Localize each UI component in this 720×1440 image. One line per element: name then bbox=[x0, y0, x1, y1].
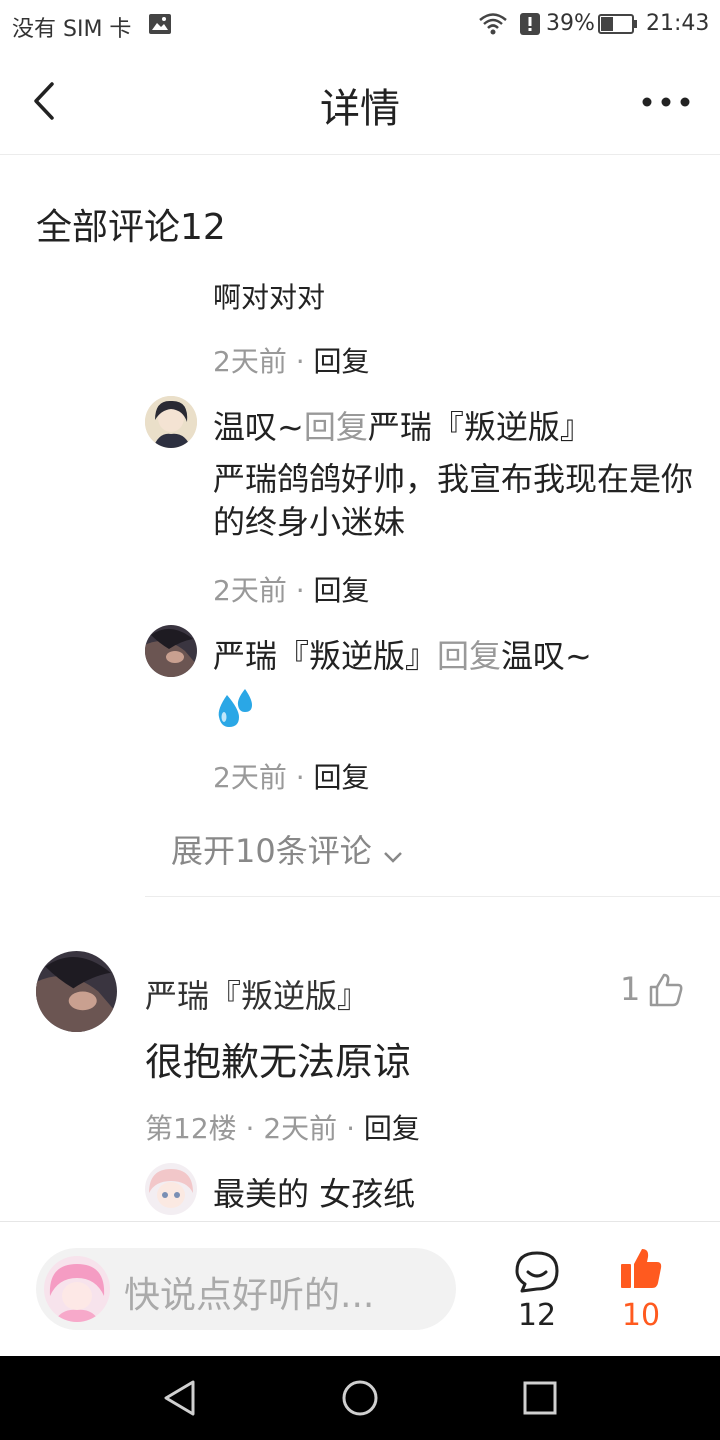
user-avatar bbox=[44, 1256, 110, 1322]
sub-reply-author[interactable]: 最美的 女孩纸 bbox=[213, 1169, 415, 1215]
reply-button[interactable]: 回复 bbox=[314, 574, 370, 607]
reply-header: 严瑞『叛逆版』回复温叹~ bbox=[213, 631, 592, 677]
system-navigation-bar bbox=[0, 1356, 720, 1440]
expand-replies-button[interactable]: 展开10条评论 bbox=[171, 826, 404, 872]
reply-time: 2天前 bbox=[213, 761, 287, 794]
battery-icon bbox=[598, 14, 638, 34]
reply-header: 温叹~回复严瑞『叛逆版』 bbox=[213, 402, 592, 448]
home-circle-icon[interactable] bbox=[340, 1378, 380, 1422]
reply-target[interactable]: 温叹~ bbox=[501, 637, 592, 675]
avatar[interactable] bbox=[145, 1163, 197, 1215]
reply-meta: 2天前 · 回复 bbox=[213, 340, 370, 380]
reply-author[interactable]: 严瑞『叛逆版』 bbox=[213, 637, 437, 675]
reply-word: 回复 bbox=[303, 408, 368, 446]
carrier-label: 没有 SIM 卡 bbox=[12, 17, 132, 42]
comment-author[interactable]: 严瑞『叛逆版』 bbox=[145, 971, 369, 1017]
reply-text: 严瑞鸽鸽好帅，我宣布我现在是你的终身小迷妹 bbox=[213, 460, 694, 541]
sweat-droplets-icon bbox=[213, 687, 257, 733]
like-count: 1 bbox=[620, 970, 641, 1008]
avatar[interactable] bbox=[145, 396, 197, 448]
battery-percent: 39% bbox=[546, 11, 595, 36]
reply-target[interactable]: 严瑞『叛逆版』 bbox=[368, 408, 592, 446]
reply-meta: 2天前 · 回复 bbox=[213, 756, 370, 796]
alert-icon bbox=[519, 12, 541, 40]
avatar[interactable] bbox=[36, 951, 117, 1032]
more-options-icon[interactable] bbox=[640, 94, 692, 113]
comment-time: 2天前 bbox=[263, 1112, 338, 1145]
recent-apps-square-icon[interactable] bbox=[520, 1378, 560, 1422]
reply-time: 2天前 bbox=[213, 345, 287, 378]
separator-dot: · bbox=[245, 1112, 255, 1145]
comment-text: 很抱歉无法原谅 bbox=[145, 1040, 412, 1084]
image-icon bbox=[148, 12, 172, 40]
back-triangle-icon[interactable] bbox=[160, 1378, 200, 1422]
reply-button[interactable]: 回复 bbox=[314, 345, 370, 378]
reply-time: 2天前 bbox=[213, 574, 287, 607]
status-bar: 没有 SIM 卡 39% 21:43 bbox=[0, 0, 720, 50]
input-placeholder: 快说点好听的... bbox=[124, 1275, 375, 1316]
comment-count: 12 bbox=[517, 1298, 557, 1333]
bottom-action-bar: 快说点好听的... 12 10 bbox=[0, 1221, 720, 1356]
reply-text: 啊对对对 bbox=[213, 281, 326, 314]
top-navigation-bar: 详情 bbox=[0, 50, 720, 155]
comment-meta: 第12楼 · 2天前 · 回复 bbox=[145, 1107, 420, 1147]
chevron-down-icon bbox=[382, 834, 404, 872]
like-total: 10 bbox=[621, 1298, 661, 1333]
reply-author[interactable]: 温叹~ bbox=[213, 408, 304, 446]
separator-dot: · bbox=[295, 761, 305, 794]
reply-button[interactable]: 回复 bbox=[314, 761, 370, 794]
reply-button[interactable]: 回复 bbox=[364, 1112, 420, 1145]
clock: 21:43 bbox=[646, 11, 710, 36]
separator-dot: · bbox=[295, 574, 305, 607]
thumbs-up-icon[interactable] bbox=[648, 972, 684, 1012]
expand-label: 展开10条评论 bbox=[171, 832, 372, 870]
separator-dot: · bbox=[346, 1112, 355, 1145]
comment-bubble-icon[interactable] bbox=[514, 1250, 560, 1298]
page-title: 详情 bbox=[320, 86, 400, 132]
avatar[interactable] bbox=[145, 625, 197, 677]
reply-meta: 2天前 · 回复 bbox=[213, 569, 370, 609]
floor-number: 第12楼 bbox=[145, 1112, 237, 1145]
comments-section: 全部评论12 啊对对对 2天前 · 回复 温叹~回复严瑞『叛逆版』 严瑞鸽鸽好帅… bbox=[0, 156, 720, 1221]
comment-input[interactable]: 快说点好听的... bbox=[36, 1248, 456, 1330]
like-filled-icon[interactable] bbox=[618, 1247, 664, 1295]
divider bbox=[145, 896, 720, 897]
reply-word: 回复 bbox=[437, 637, 502, 675]
comments-header: 全部评论12 bbox=[36, 207, 226, 248]
separator-dot: · bbox=[295, 345, 305, 378]
wifi-icon bbox=[478, 12, 508, 40]
